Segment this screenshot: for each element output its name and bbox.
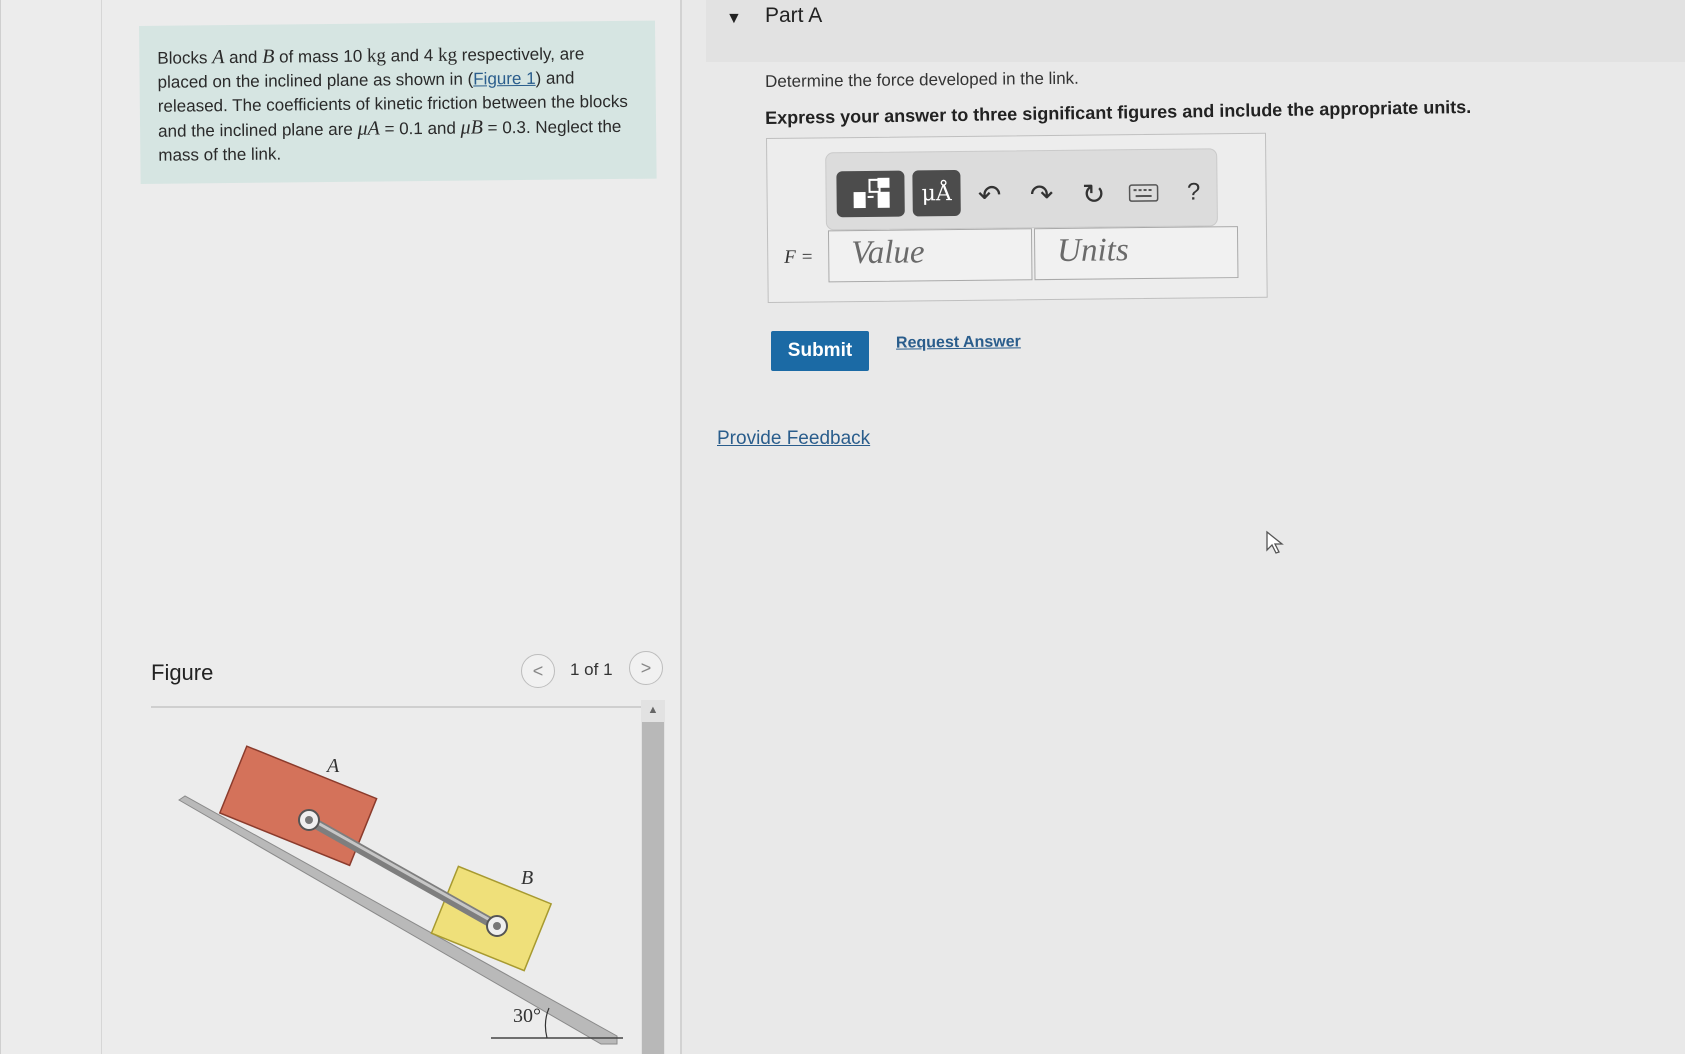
pin-a-center	[305, 816, 313, 824]
mu-b: μB	[460, 116, 483, 139]
figure-page-count: 1 of 1	[570, 660, 613, 679]
figure-link[interactable]: Figure 1	[473, 69, 536, 89]
mu-a: μA	[357, 117, 380, 140]
collapse-caret-icon[interactable]: ▼	[726, 10, 742, 28]
request-answer-link[interactable]: Request Answer	[896, 333, 1021, 352]
submit-button[interactable]: Submit	[771, 331, 869, 371]
question-text: Determine the force developed in the lin…	[765, 68, 1079, 91]
provide-feedback-link[interactable]: Provide Feedback	[717, 428, 870, 450]
part-title[interactable]: Part A	[765, 4, 822, 28]
scroll-thumb[interactable]	[642, 722, 664, 1054]
left-panel: Blocks A and B of mass 10 kg and 4 kg re…	[0, 0, 681, 1054]
pin-b-center	[493, 922, 501, 930]
figure-divider	[151, 706, 651, 708]
units-button[interactable]: μÅ	[912, 169, 961, 217]
mass-a: 10	[343, 46, 363, 66]
figure-prev-button[interactable]: <	[521, 654, 555, 688]
problem-statement: Blocks A and B of mass 10 kg and 4 kg re…	[139, 20, 657, 184]
keyboard-icon[interactable]	[1126, 176, 1160, 210]
angle-label: 30°	[513, 1005, 541, 1027]
inclined-plane	[178, 795, 618, 1045]
reset-icon[interactable]: ↻	[1076, 176, 1110, 210]
templates-icon	[853, 177, 890, 209]
panel-divider	[680, 0, 682, 1054]
figure-scrollbar[interactable]: ▲	[641, 700, 665, 1054]
undo-icon[interactable]: ↶	[972, 177, 1006, 211]
keyboard-glyph	[1128, 184, 1159, 202]
figure-label: Figure	[151, 660, 214, 685]
part-header	[706, 0, 1685, 62]
block-b-label: B	[521, 867, 533, 889]
equation-label: F =	[784, 246, 814, 268]
block-a-label: A	[325, 755, 340, 777]
math-toolbar: μÅ ↶ ↷ ↻ ?	[825, 148, 1218, 231]
var-a: A	[212, 46, 225, 69]
mass-b: 4	[423, 45, 434, 66]
instruction-text: Express your answer to three significant…	[765, 96, 1472, 128]
figure-next-button[interactable]: >	[629, 651, 663, 685]
mouse-pointer-icon	[1266, 530, 1284, 554]
answer-box: μÅ ↶ ↷ ↻ ? F = Value Units	[766, 132, 1268, 303]
scroll-up-arrow-icon[interactable]: ▲	[641, 700, 665, 720]
incline-figure: A B 30°	[178, 745, 623, 1045]
units-input[interactable]: Units	[1033, 226, 1239, 281]
redo-icon[interactable]: ↷	[1024, 177, 1058, 211]
var-b: B	[262, 45, 275, 68]
left-border	[101, 0, 102, 1054]
help-icon[interactable]: ?	[1176, 175, 1210, 209]
templates-button[interactable]	[836, 170, 905, 218]
value-input[interactable]: Value	[827, 228, 1033, 283]
